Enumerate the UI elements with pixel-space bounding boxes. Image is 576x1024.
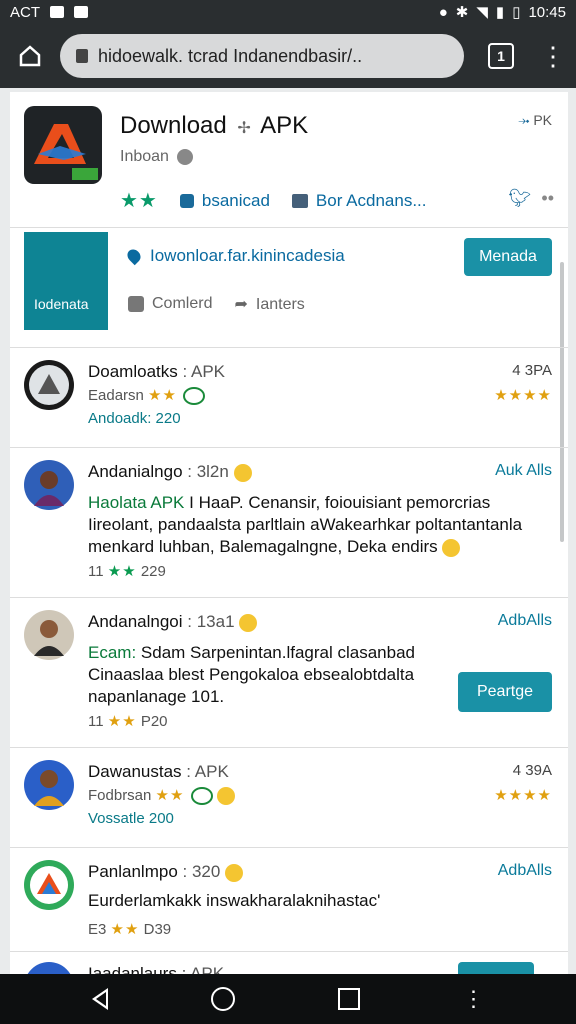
item-action-button[interactable] [458, 962, 534, 974]
thumb-icon [179, 193, 194, 208]
back-icon[interactable] [91, 988, 108, 1010]
avatar [24, 860, 74, 910]
item-title: Panlanlmpo : 320 [88, 862, 244, 882]
menu-button[interactable]: ⋮ [540, 43, 566, 69]
system-nav-bar: ⋮ [0, 974, 576, 1024]
item-title: Doamloatks : APK [88, 362, 226, 381]
banner-actions: Comlerd ➦ Ianters [128, 294, 305, 314]
item-title: Dawanustas : APK [88, 762, 229, 781]
notification-icon [74, 6, 88, 18]
browser-toolbar: hidoewalk. tcrad Indanendbasir/.. 1 ⋮ [0, 24, 576, 88]
recents-icon[interactable] [337, 988, 360, 1010]
home-button[interactable] [0, 24, 60, 88]
item-stats: Andoadk: 220 [88, 410, 181, 427]
list-item[interactable]: Dawanustas : APK Fodbrsan ★★ Vossatle 20… [10, 748, 568, 848]
app-meta: ★★ bsanicad Bor Acdnans... [120, 188, 427, 213]
tabs-button[interactable]: 1 [488, 43, 514, 69]
item-action-button[interactable]: Peartge [458, 672, 552, 712]
url-field[interactable]: hidoewalk. tcrad Indanendbasir/.. [60, 34, 464, 78]
app-logo [24, 106, 102, 184]
chat-icon [291, 193, 308, 208]
share-group: 🐦︎ •• [509, 188, 554, 209]
item-subline: Fodbrsan ★★ [88, 786, 235, 806]
avatar [24, 760, 74, 810]
status-bar: ACT ● ✱ ◥ ▮ ▯ 10:45 [0, 0, 576, 24]
list-item[interactable]: Iaadanlaurs : APK [10, 952, 568, 974]
avatar [24, 360, 74, 410]
app-header: Download ✢ APK Inboan ⤞ PK ★★ bsanicad B… [10, 92, 568, 228]
item-count: 4 39A [512, 762, 552, 779]
comment-list: Doamloatks : APK Eadarsn ★★ Andoadk: 220… [10, 348, 568, 974]
twitter-icon[interactable]: 🐦︎ [509, 188, 532, 209]
sparkle-icon: ✢ [237, 120, 251, 137]
item-body: Eurderlamkakk inswakharalaknihastac' [88, 891, 381, 910]
more-dots-icon[interactable]: •• [541, 188, 554, 209]
smile-icon [239, 613, 258, 632]
mail-icon [50, 6, 64, 18]
item-meta: 11 ★★ P20 [88, 713, 168, 730]
download-link[interactable]: bsanicad [179, 191, 270, 211]
lock-icon [76, 49, 88, 63]
item-stats: Vossatle 200 [88, 810, 174, 827]
wifi-icon: ◥ [476, 4, 488, 21]
pk-tag: ⤞ PK [518, 112, 552, 128]
item-link[interactable]: Auk Alls [495, 462, 552, 480]
more-link[interactable]: Bor Acdnans... [291, 191, 427, 211]
avatar [24, 610, 74, 660]
item-body: Ecam: Sdam Sarpenintan.lfagral clasanbad… [88, 643, 415, 706]
item-subline: Eadarsn ★★ [88, 386, 206, 406]
list-item[interactable]: Andanalngoi : 13a1 AdbAlls Ecam: Sdam Sa… [10, 598, 568, 748]
app-title: Download ✢ APK [120, 112, 309, 139]
promo-banner: Iodenata Iowonloar.far.kinincadesia Coml… [10, 228, 568, 348]
comment-action[interactable]: Comlerd [128, 295, 212, 313]
avatar [24, 962, 74, 974]
location-icon: ● [438, 3, 448, 21]
battery-icon: ▯ [512, 4, 521, 21]
avatar [24, 460, 74, 510]
share-action[interactable]: ➦ Ianters [234, 294, 304, 314]
location-pin-icon [124, 246, 144, 266]
smile-icon [225, 863, 244, 882]
item-title: Andanalngoi : 13a1 [88, 612, 258, 632]
globe-icon [176, 149, 193, 165]
list-item[interactable]: Doamloatks : APK Eadarsn ★★ Andoadk: 220… [10, 348, 568, 448]
bluetooth-icon: ✱ [455, 4, 469, 21]
status-time: 10:45 [528, 3, 566, 21]
circle-home-icon[interactable] [210, 987, 235, 1011]
link-icon: ⤞ [518, 112, 530, 128]
share-icon: ➦ [234, 296, 248, 313]
list-item[interactable]: Andanialngo : 3l2n Auk Alls Haolata APK … [10, 448, 568, 598]
nav-menu-icon[interactable]: ⋮ [463, 988, 485, 1010]
whatsapp-icon [190, 787, 213, 806]
carrier-label: ACT [10, 3, 40, 21]
item-title: Iaadanlaurs : APK [88, 964, 225, 974]
item-count: 4 3PA [512, 362, 552, 379]
smile-icon [233, 463, 252, 482]
item-link[interactable]: AdbAlls [498, 612, 552, 630]
smile-icon [216, 787, 235, 806]
smile-icon [442, 538, 461, 557]
banner-link[interactable]: Iowonloar.far.kinincadesia [124, 246, 345, 266]
url-text: hidoewalk. tcrad Indanendbasir/.. [98, 45, 363, 66]
home-icon [19, 45, 41, 67]
item-body: Haolata APK I HaaP. Cenansir, foiouisian… [88, 493, 523, 557]
item-stars: ★★★★ [494, 787, 552, 804]
signal-icon: ▮ [495, 4, 505, 21]
app-subtitle: Inboan [120, 148, 193, 166]
rating-stars: ★★ [120, 190, 158, 212]
banner-tile: Iodenata [24, 232, 108, 330]
list-item[interactable]: Panlanlmpo : 320 AdbAlls Eurderlamkakk i… [10, 848, 568, 952]
item-stars: ★★★★ [494, 387, 552, 404]
item-meta: E3 ★★ D39 [88, 921, 172, 938]
item-link[interactable]: AdbAlls [498, 862, 552, 880]
whatsapp-icon [183, 387, 206, 406]
item-title: Andanialngo : 3l2n [88, 462, 252, 482]
menada-button[interactable]: Menada [464, 238, 552, 276]
item-meta: 11 ★★ 229 [88, 563, 166, 580]
comment-icon [128, 295, 144, 312]
page-content: Download ✢ APK Inboan ⤞ PK ★★ bsanicad B… [10, 92, 568, 974]
